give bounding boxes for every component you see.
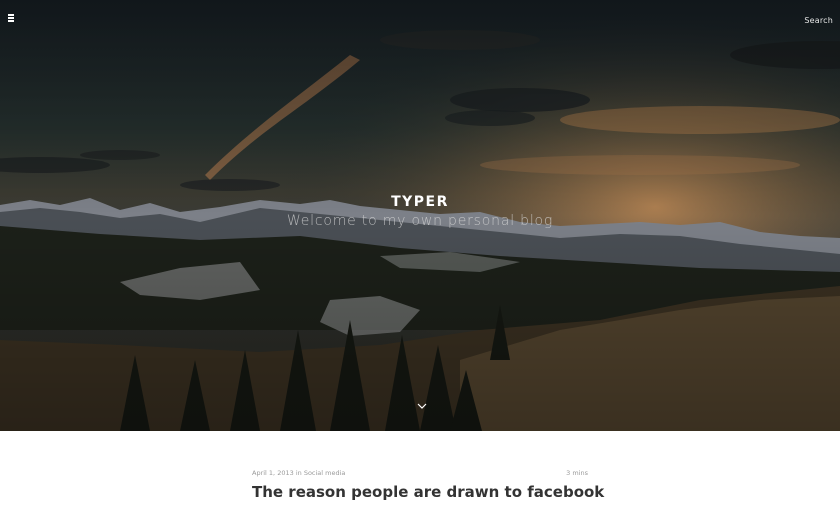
post-date: April 1, 2013 [252,469,294,477]
hero-banner: Search TYPER Welcome to my own personal … [0,0,840,431]
post-read-time: 3 mins [566,469,588,477]
post-meta: April 1, 2013 in Social media [252,469,345,477]
hamburger-icon [8,14,14,16]
menu-button[interactable] [8,14,18,24]
site-tagline: Welcome to my own personal blog [286,213,554,229]
post-title-link[interactable]: The reason people are drawn to facebook [252,483,604,501]
post-category-link[interactable]: Social media [304,469,346,477]
search-link[interactable]: Search [804,16,833,25]
chevron-down-icon [417,403,427,409]
post-in-label: in [295,469,302,477]
site-title[interactable]: TYPER [0,194,840,210]
scroll-down-button[interactable] [415,398,429,409]
